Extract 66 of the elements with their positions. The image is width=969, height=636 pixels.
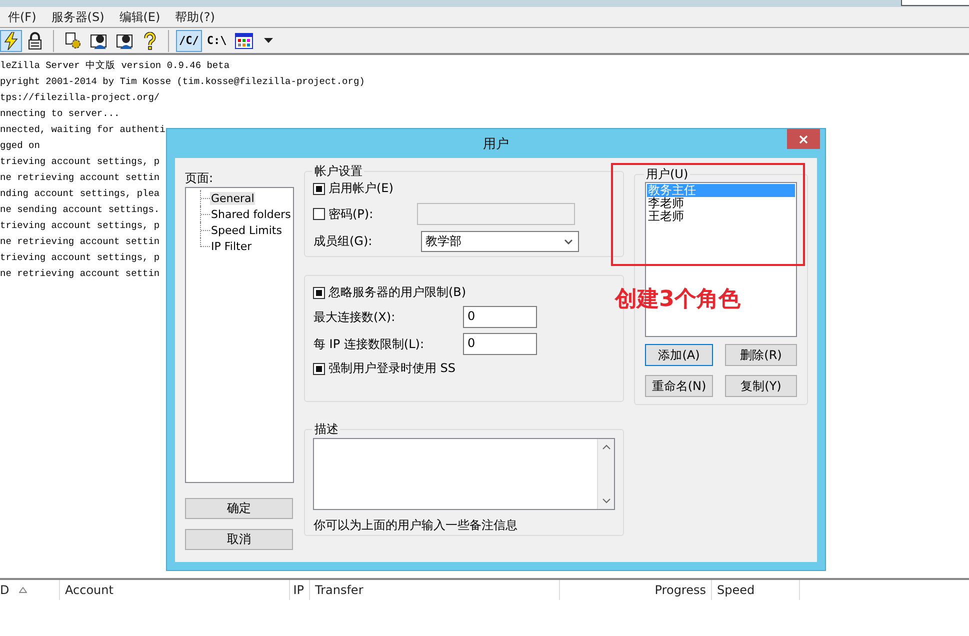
log-line: pyright 2001-2014 by Tim Kosse (tim.kosse@filezilla-project.org) xyxy=(0,75,365,89)
scroll-up-icon[interactable] xyxy=(602,444,610,450)
tree-item[interactable]: General xyxy=(210,192,256,204)
description-field[interactable] xyxy=(313,438,615,510)
scroll-down-icon[interactable] xyxy=(602,498,610,504)
hint-text: 你可以为上面的用户输入一些备注信息 xyxy=(313,517,518,534)
log-line: ne sending account settings. xyxy=(0,203,160,217)
close-button[interactable] xyxy=(787,129,820,149)
menu-item[interactable]: 件(F) xyxy=(8,8,36,26)
column-header[interactable]: Speed xyxy=(712,580,800,600)
tree-item[interactable]: IP Filter xyxy=(210,240,253,252)
user-action-button[interactable]: 重命名(N) xyxy=(645,375,713,397)
checkbox[interactable] xyxy=(313,182,326,194)
lightning-icon[interactable] xyxy=(0,30,22,52)
user-list-item[interactable]: 李老师 xyxy=(647,197,795,210)
log-line: nnecting to server... xyxy=(0,107,120,121)
log-line: leZilla Server 中文版 version 0.9.46 beta xyxy=(0,59,230,73)
log-line: ne retrieving account settin xyxy=(0,235,160,249)
log-line: trieving account settings, p xyxy=(0,155,160,169)
field-label: 成员组(G): xyxy=(313,233,374,250)
checkbox-label: 强制用户登录时使用 SS xyxy=(328,360,456,377)
log-line: tps://filezilla-project.org/ xyxy=(0,91,160,105)
tree-item[interactable]: Speed Limits xyxy=(210,224,283,236)
drive-button[interactable]: C:\ xyxy=(204,30,230,52)
close-icon xyxy=(799,134,808,144)
cancel-button[interactable]: 取消 xyxy=(185,529,293,550)
checkbox-label: 启用帐户(E) xyxy=(328,180,394,197)
user-action-button[interactable]: 复制(Y) xyxy=(725,375,797,397)
drive-button[interactable]: /C/ xyxy=(176,30,202,52)
user-action-button[interactable]: 添加(A) xyxy=(645,344,713,366)
log-line: nding account settings, plea xyxy=(0,187,160,201)
menu-item[interactable]: 服务器(S) xyxy=(51,8,104,26)
log-line: gged on xyxy=(0,139,40,153)
log-line: trieving account settings, p xyxy=(0,219,160,233)
group-title: 描述 xyxy=(313,422,340,436)
log-line: trieving account settings, p xyxy=(0,251,160,265)
number-field[interactable]: 0 xyxy=(463,333,538,355)
dialog-title: 用户 xyxy=(483,136,509,152)
user-action-button[interactable]: 删除(R) xyxy=(725,344,797,366)
ok-button[interactable]: 确定 xyxy=(185,498,293,519)
column-header[interactable]: Transfer xyxy=(310,580,560,600)
column-header[interactable]: D xyxy=(0,580,60,600)
column-header[interactable]: IP xyxy=(290,580,310,600)
column-header[interactable]: Account xyxy=(60,580,290,600)
log-line: nnected, waiting for authenti xyxy=(0,123,166,137)
checkbox[interactable] xyxy=(313,286,326,298)
field-label: 最大连接数(X): xyxy=(313,308,396,326)
checkbox[interactable] xyxy=(313,362,326,374)
chevron-down-icon xyxy=(564,238,574,244)
window-controls[interactable] xyxy=(901,0,969,6)
menu-item[interactable]: 编辑(E) xyxy=(119,8,160,26)
group-title: 用户(U) xyxy=(645,167,690,181)
user-list-item[interactable]: 王老师 xyxy=(647,210,795,223)
tree-item[interactable]: Shared folders xyxy=(210,208,292,220)
checkbox-label: 密码(P): xyxy=(328,206,374,222)
scrollbar[interactable] xyxy=(597,439,614,509)
group-title: 帐户设置 xyxy=(313,164,364,178)
checkbox-label: 忽略服务器的用户限制(B) xyxy=(328,284,466,301)
group-dropdown[interactable]: 教学部 xyxy=(421,231,580,252)
field-label: 每 IP 连接数限制(L): xyxy=(313,336,425,352)
log-line: ne retrieving account settin xyxy=(0,267,160,281)
menu-item[interactable]: 帮助(?) xyxy=(175,8,215,26)
column-header[interactable]: Progress xyxy=(560,580,712,600)
pages-label: 页面: xyxy=(185,170,214,186)
number-field[interactable]: 0 xyxy=(463,306,538,328)
log-line: ne retrieving account settin xyxy=(0,171,160,185)
